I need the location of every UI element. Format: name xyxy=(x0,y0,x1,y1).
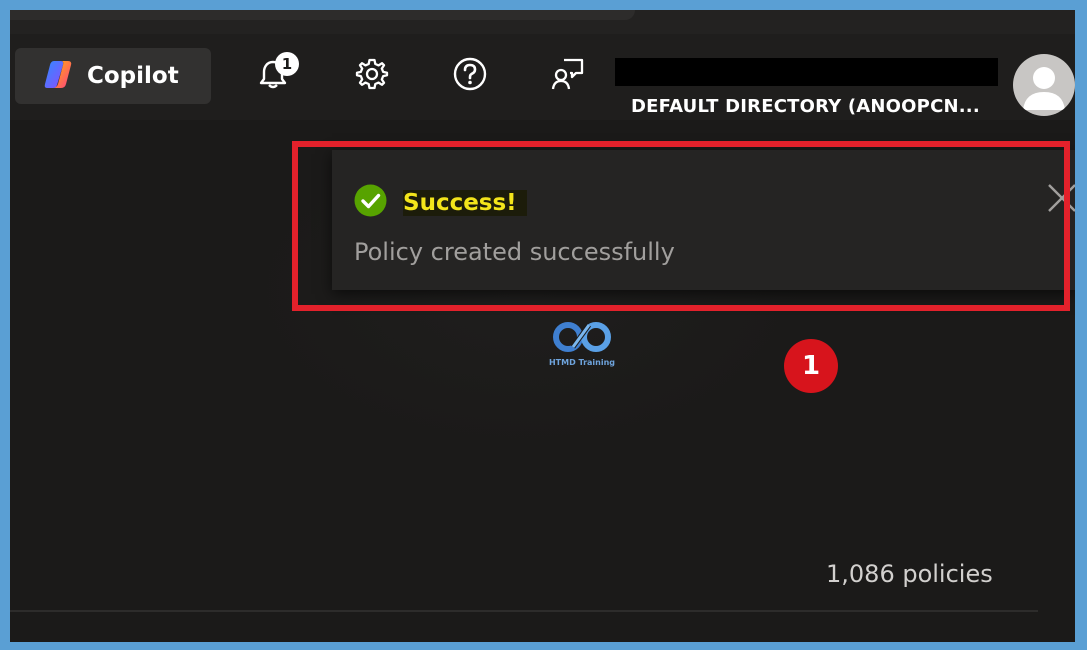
policy-count: 1,086 policies xyxy=(826,560,993,588)
main-content: Success! Policy created successfully 1 H… xyxy=(10,120,1075,642)
portal-window: Copilot 1 DEFAULT DIRECTORY (ANOOPCN... … xyxy=(10,10,1075,642)
directory-label: DEFAULT DIRECTORY (ANOOPCN... xyxy=(631,96,980,117)
copilot-button[interactable]: Copilot xyxy=(15,48,211,104)
settings-button[interactable] xyxy=(352,56,392,96)
annotation-step-badge: 1 xyxy=(784,339,838,393)
watermark-caption: HTMD Training xyxy=(548,358,616,367)
browser-tab xyxy=(10,10,635,20)
gear-icon xyxy=(355,57,389,95)
redacted-username xyxy=(615,58,998,86)
help-button[interactable] xyxy=(450,56,490,96)
notification-badge: 1 xyxy=(275,52,299,76)
copilot-icon xyxy=(41,57,75,95)
top-header: Copilot 1 DEFAULT DIRECTORY (ANOOPCN... xyxy=(10,34,1075,120)
account-menu[interactable]: DEFAULT DIRECTORY (ANOOPCN... xyxy=(615,56,1000,120)
watermark-logo: HTMD Training xyxy=(548,320,616,370)
browser-top-strip xyxy=(10,10,1075,34)
content-divider xyxy=(10,610,1038,612)
annotation-highlight-box xyxy=(292,141,1070,311)
watermark-logo-icon xyxy=(553,322,611,352)
feedback-button[interactable] xyxy=(548,56,588,96)
question-icon xyxy=(452,56,488,96)
notifications-button[interactable]: 1 xyxy=(253,52,299,96)
user-avatar-icon[interactable] xyxy=(1013,54,1075,116)
feedback-icon xyxy=(550,56,586,96)
copilot-label: Copilot xyxy=(87,63,179,89)
